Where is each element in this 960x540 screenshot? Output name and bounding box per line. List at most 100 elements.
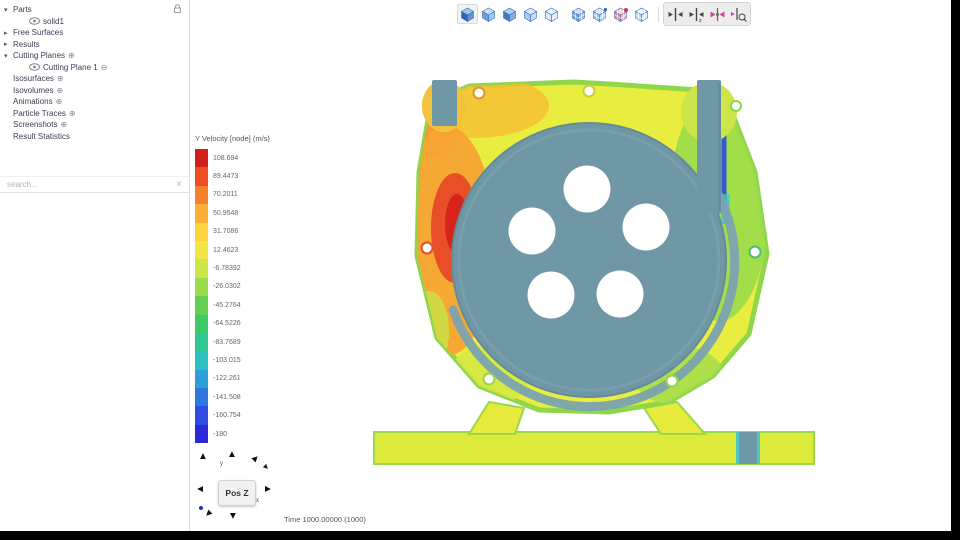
- outline-view-icon[interactable]: [541, 4, 562, 24]
- pan-up-left-arrow-icon[interactable]: ▲: [198, 452, 208, 462]
- sidebar: ▾ Parts solid1 ▸ Free Surfaces ▸ Results ▾ Cutti…: [0, 0, 190, 531]
- tree-item-label: Isovolumes: [13, 85, 54, 95]
- legend-row: -122.261: [195, 369, 270, 389]
- tree-item-cutting-planes[interactable]: ▾ Cutting Planes ⊕: [0, 50, 189, 62]
- visibility-eye-icon[interactable]: [29, 17, 40, 26]
- legend-color-swatch: [195, 277, 208, 297]
- tree-item-result-statistics[interactable]: Result Statistics: [0, 131, 189, 143]
- chevron-right-icon[interactable]: ▸: [4, 29, 13, 37]
- snap-plane-axis-icon[interactable]: z: [686, 4, 707, 24]
- legend-row: 12.4623: [195, 240, 270, 260]
- tree-item-label: Animations: [13, 97, 53, 107]
- origin-dot: [199, 506, 203, 510]
- scene-tree: ▾ Parts solid1 ▸ Free Surfaces ▸ Results ▾ Cutti…: [0, 4, 189, 142]
- surface-mesh-red-icon[interactable]: [610, 4, 631, 24]
- tree-item-parts[interactable]: ▾ Parts: [0, 4, 189, 16]
- tree-item-cutting-plane-1[interactable]: Cutting Plane 1 ⊖: [0, 62, 189, 74]
- tree-item-label: Isosurfaces: [13, 74, 54, 84]
- legend-row: 70.2011: [195, 185, 270, 205]
- rotate-up-right-arrow-icon[interactable]: ▲: [248, 451, 263, 466]
- surface-mesh-view-icon[interactable]: [568, 4, 589, 24]
- tree-item-results[interactable]: ▸ Results: [0, 39, 189, 51]
- color-legend: Y Velocity [node] (m/s) 108.694 89.4473 70…: [195, 134, 270, 444]
- legend-color-swatch: [195, 222, 208, 241]
- remove-icon[interactable]: ⊖: [101, 63, 108, 72]
- tree-item-particle-traces[interactable]: Particle Traces ⊕: [0, 108, 189, 120]
- legend-value-label: -6.78392: [213, 265, 241, 273]
- legend-row: -141.508: [195, 388, 270, 407]
- surface-mesh-outline-icon[interactable]: [631, 4, 652, 24]
- visibility-eye-icon[interactable]: [29, 63, 40, 72]
- legend-value-label: -141.508: [213, 393, 241, 401]
- tree-item-animations[interactable]: Animations ⊕: [0, 96, 189, 108]
- legend-value-label: -160.754: [213, 412, 241, 420]
- legend-scale: 108.694 89.4473 70.2011 50.9548 31.7086 12.46…: [195, 149, 270, 444]
- tree-item-label: Free Surfaces: [13, 28, 64, 38]
- base-plate: [373, 431, 815, 465]
- legend-color-swatch: [195, 296, 208, 315]
- orientation-widget[interactable]: ▲ ▲ ▲ ▲ ▲ ▲ ▲ ▲ y x Pos Z: [195, 450, 278, 524]
- surface-mesh-edges-icon[interactable]: [589, 4, 610, 24]
- flip-plane-icon[interactable]: [707, 4, 728, 24]
- render-viewport[interactable]: z Y Velocity [node] (m/s) 108.694 89.4473…: [190, 0, 951, 531]
- smooth-shade-view-icon[interactable]: [478, 4, 499, 24]
- legend-row: -26.0302: [195, 277, 270, 297]
- search-input[interactable]: [7, 180, 177, 189]
- legend-color-swatch: [195, 167, 208, 186]
- view-toolbar: z: [456, 2, 755, 26]
- tree-item-label: Results: [13, 39, 40, 49]
- clear-search-icon[interactable]: ×: [176, 179, 182, 190]
- legend-value-label: -83.7689: [213, 338, 241, 346]
- add-icon[interactable]: ⊕: [69, 109, 76, 118]
- legend-value-label: 50.9548: [213, 209, 239, 217]
- model-canvas[interactable]: [369, 76, 821, 479]
- legend-color-swatch: [195, 204, 208, 223]
- legend-value-label: 31.7086: [213, 228, 239, 236]
- add-icon[interactable]: ⊕: [60, 120, 67, 129]
- legend-row: 89.4473: [195, 167, 270, 186]
- rotate-up-arrow-icon[interactable]: ▲: [227, 450, 237, 460]
- legend-title: Y Velocity [node] (m/s): [195, 134, 270, 143]
- rotate-right-arrow-icon[interactable]: ▲: [262, 484, 273, 494]
- legend-color-swatch: [195, 332, 208, 352]
- tree-item-label: Parts: [13, 5, 32, 15]
- tree-item-isovolumes[interactable]: Isovolumes ⊕: [0, 85, 189, 97]
- tree-item-isosurfaces[interactable]: Isosurfaces ⊕: [0, 73, 189, 85]
- rotate-down-arrow-icon[interactable]: ▲: [228, 510, 238, 521]
- roll-arrow-icon[interactable]: ▲: [260, 461, 272, 473]
- add-icon[interactable]: ⊕: [57, 74, 64, 83]
- legend-row: 31.7086: [195, 222, 270, 241]
- tree-item-label: solid1: [43, 16, 64, 26]
- tree-item-solid1[interactable]: solid1: [0, 16, 189, 28]
- add-icon[interactable]: ⊕: [56, 97, 63, 106]
- add-icon[interactable]: ⊕: [68, 51, 75, 60]
- time-readout: Time 1000.00000 (1000): [284, 515, 366, 524]
- rotate-down-left-arrow-icon[interactable]: ▲: [201, 506, 216, 521]
- search-bar: ×: [0, 176, 189, 193]
- pos-z-button[interactable]: Pos Z: [218, 480, 256, 506]
- solid-view-icon[interactable]: [457, 4, 478, 24]
- tree-item-free-surfaces[interactable]: ▸ Free Surfaces: [0, 27, 189, 39]
- tree-item-label: Particle Traces: [13, 108, 66, 118]
- flat-shade-view-icon[interactable]: [499, 4, 520, 24]
- chevron-right-icon[interactable]: ▸: [4, 40, 13, 48]
- legend-value-label: -64.5226: [213, 320, 241, 328]
- rotate-left-arrow-icon[interactable]: ▲: [195, 484, 206, 494]
- translucent-view-icon[interactable]: [520, 4, 541, 24]
- add-icon[interactable]: ⊕: [56, 86, 63, 95]
- lock-icon[interactable]: [173, 4, 182, 16]
- tree-item-screenshots[interactable]: Screenshots ⊕: [0, 119, 189, 131]
- chevron-down-icon[interactable]: ▾: [4, 52, 13, 60]
- snap-plane-icon[interactable]: [665, 4, 686, 24]
- toolbar-separator: [658, 6, 659, 22]
- legend-row: -103.015: [195, 351, 270, 370]
- legend-row: 108.694: [195, 149, 270, 168]
- legend-value-label: -122.261: [213, 375, 241, 383]
- tree-item-label: Cutting Plane 1: [43, 62, 98, 72]
- legend-row: -64.5226: [195, 314, 270, 333]
- tree-item-label: Result Statistics: [13, 131, 70, 141]
- chevron-down-icon[interactable]: ▾: [4, 6, 13, 14]
- legend-color-swatch: [195, 388, 208, 407]
- plane-zoom-icon[interactable]: [728, 4, 749, 24]
- legend-value-label: 12.4623: [213, 246, 239, 254]
